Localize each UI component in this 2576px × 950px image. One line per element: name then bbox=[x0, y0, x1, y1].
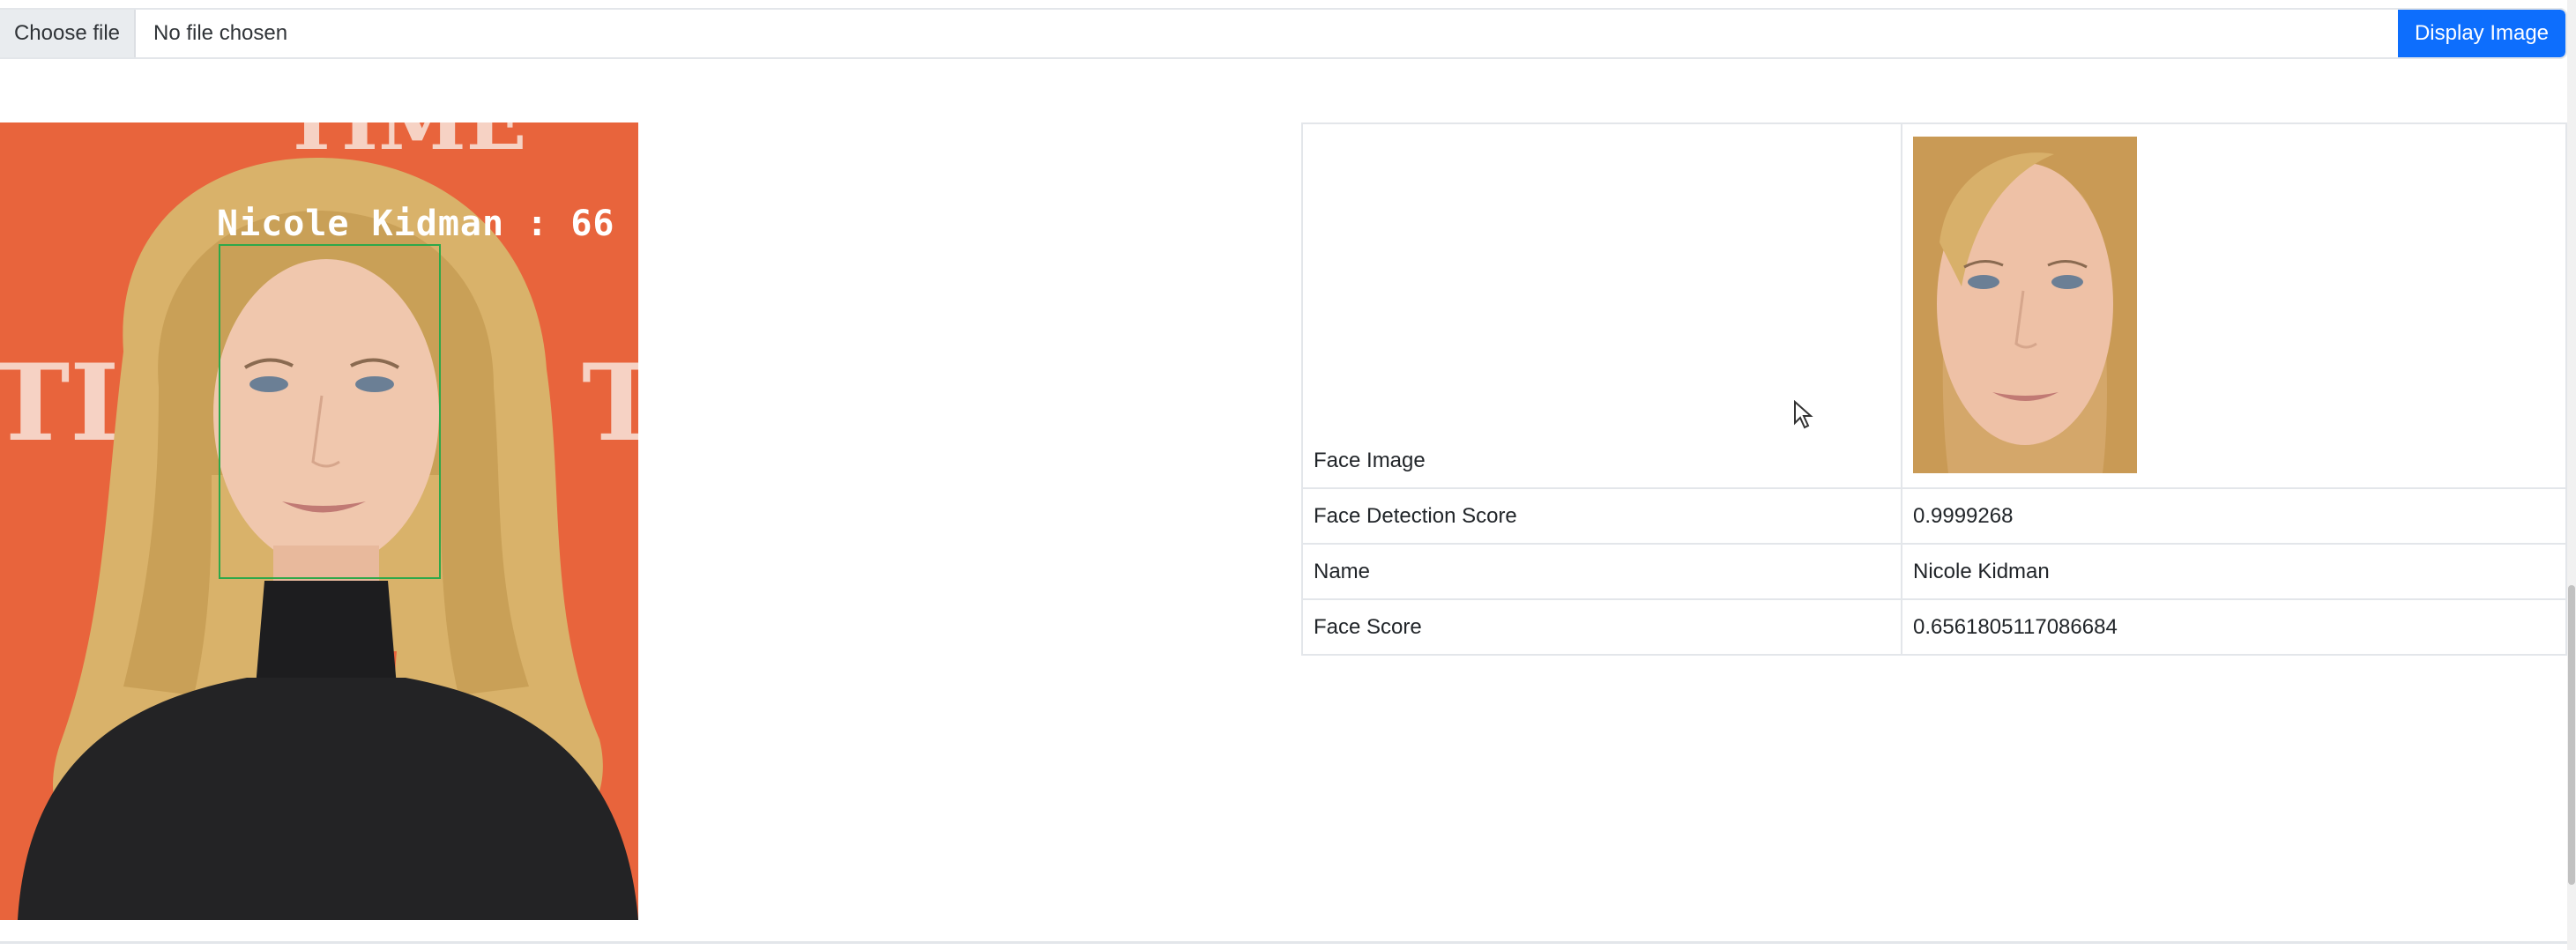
vertical-scrollbar[interactable] bbox=[2567, 0, 2576, 950]
page: Choose file No file chosen Display Image… bbox=[0, 0, 2576, 950]
detection-score-value: 0.9999268 bbox=[1901, 487, 2567, 545]
scrollbar-thumb[interactable] bbox=[2568, 585, 2575, 885]
mouse-cursor-icon bbox=[1794, 400, 1813, 429]
detected-image: TIME TIME TIME Nicole Kidman : 66 bbox=[0, 122, 638, 920]
choose-file-button[interactable]: Choose file bbox=[0, 10, 136, 57]
display-image-button[interactable]: Display Image bbox=[2398, 10, 2565, 57]
file-input-bar[interactable]: Choose file No file chosen Display Image bbox=[0, 8, 2567, 59]
table-row: Face Detection Score 0.9999268 bbox=[1301, 487, 2567, 545]
face-image-cell bbox=[1901, 122, 2567, 489]
face-image-label: Face Image bbox=[1301, 122, 1902, 489]
face-bounding-box bbox=[219, 244, 441, 579]
table-row: Face Image bbox=[1301, 122, 2567, 489]
face-label-overlay: Nicole Kidman : 66 bbox=[217, 204, 615, 244]
name-value: Nicole Kidman bbox=[1901, 543, 2567, 600]
table-row: Face Score 0.6561805117086684 bbox=[1301, 598, 2567, 656]
face-score-label: Face Score bbox=[1301, 598, 1902, 656]
detection-score-label: Face Detection Score bbox=[1301, 487, 1902, 545]
backdrop-text-right: TIME bbox=[582, 341, 638, 465]
results-table: Face Image Face Detection Score 0.999926… bbox=[1301, 122, 2567, 656]
face-score-value: 0.6561805117086684 bbox=[1901, 598, 2567, 656]
face-crop-image bbox=[1913, 137, 2137, 473]
table-row: Name Nicole Kidman bbox=[1301, 543, 2567, 600]
file-status-text: No file chosen bbox=[153, 21, 288, 45]
bottom-divider bbox=[0, 941, 2567, 944]
name-label: Name bbox=[1301, 543, 1902, 600]
